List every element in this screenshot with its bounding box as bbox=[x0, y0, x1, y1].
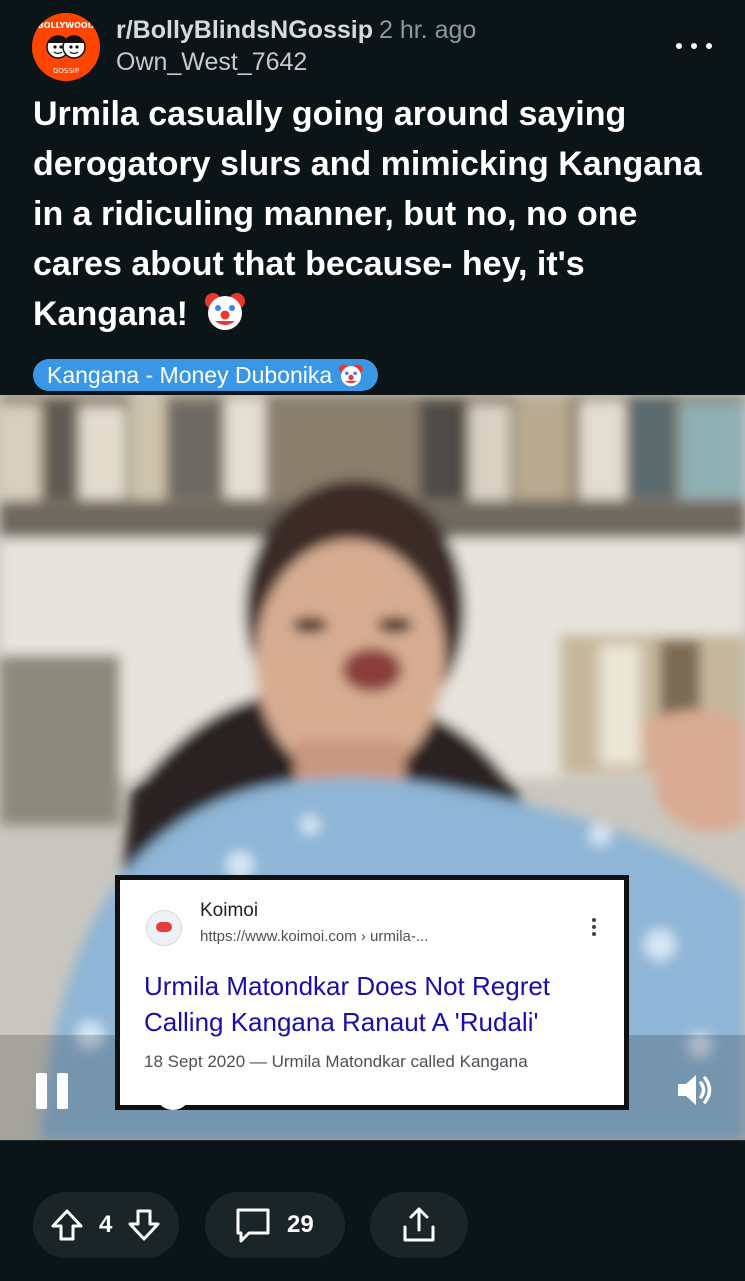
avatar-logo-text-bottom: GOSSIP bbox=[53, 67, 79, 75]
volume-icon[interactable] bbox=[674, 1069, 716, 1111]
post-actions-bar: 4 29 bbox=[0, 1140, 745, 1281]
duration: 0:26 bbox=[401, 1076, 456, 1106]
pause-bar bbox=[57, 1073, 68, 1109]
video-timecode: 0:08 / 0:26 bbox=[325, 1073, 456, 1109]
site-favicon-icon bbox=[146, 910, 182, 946]
post-title[interactable]: Urmila casually going around saying dero… bbox=[33, 89, 723, 339]
pause-icon[interactable] bbox=[34, 1073, 70, 1109]
comments-button[interactable]: 29 bbox=[205, 1192, 345, 1258]
more-options-icon bbox=[592, 918, 596, 936]
more-dot bbox=[592, 918, 596, 922]
post-author[interactable]: Own_West_7642 bbox=[116, 46, 307, 78]
subreddit-name[interactable]: r/BollyBlindsNGossip bbox=[116, 16, 373, 44]
current-time: 0:08 bbox=[325, 1076, 380, 1106]
seek-handle[interactable] bbox=[155, 1074, 191, 1110]
more-dot bbox=[706, 43, 712, 49]
flair-label: Kangana - Money Dubonika bbox=[47, 362, 333, 388]
comment-count: 29 bbox=[287, 1211, 314, 1238]
result-site-name: Koimoi bbox=[200, 900, 259, 921]
post-flair[interactable]: Kangana - Money Dubonika bbox=[33, 359, 379, 391]
share-icon bbox=[403, 1207, 435, 1242]
comment-bubble-icon bbox=[236, 1208, 270, 1243]
bollywood-gossip-logo: BOLLYWOOD GOSSIP bbox=[32, 13, 100, 81]
more-options-icon[interactable] bbox=[672, 26, 716, 66]
upvote-arrow-icon[interactable] bbox=[49, 1207, 85, 1243]
more-dot bbox=[691, 43, 697, 49]
result-headline: Urmila Matondkar Does Not Regret Calling… bbox=[144, 968, 614, 1040]
video-player[interactable]: Koimoi https://www.koimoi.com › urmila-.… bbox=[0, 395, 745, 1140]
result-headline-line: Calling Kangana Ranaut A 'Rudali' bbox=[144, 1007, 539, 1037]
post-header: BOLLYWOOD GOSSIP r/BollyBlindsNGossip 2 h… bbox=[0, 0, 745, 90]
video-controls: 0:08 / 0:26 CC bbox=[0, 1055, 745, 1140]
post-time: 2 hr. ago bbox=[378, 16, 477, 44]
downvote-arrow-icon[interactable] bbox=[126, 1207, 162, 1243]
share-button[interactable] bbox=[370, 1192, 468, 1258]
vote-control: 4 bbox=[33, 1192, 179, 1258]
subreddit-avatar[interactable]: BOLLYWOOD GOSSIP bbox=[32, 13, 100, 81]
closed-captions-icon[interactable]: CC bbox=[500, 1076, 536, 1104]
pause-bar bbox=[36, 1073, 47, 1109]
fullscreen-icon[interactable] bbox=[588, 1071, 624, 1107]
clown-emoji-icon bbox=[205, 293, 246, 330]
vote-count: 4 bbox=[99, 1211, 113, 1238]
result-headline-line: Urmila Matondkar Does Not Regret bbox=[144, 971, 551, 1001]
more-dot bbox=[676, 43, 682, 49]
avatar-logo-text-top: BOLLYWOOD bbox=[38, 21, 95, 30]
clown-emoji-icon bbox=[339, 364, 363, 387]
time-separator: / bbox=[379, 1076, 402, 1106]
post-title-text: Urmila casually going around saying dero… bbox=[33, 95, 702, 333]
more-dot bbox=[592, 932, 596, 936]
post-meta: r/BollyBlindsNGossip 2 hr. ago bbox=[116, 14, 476, 46]
result-url: https://www.koimoi.com › urmila-... bbox=[200, 928, 429, 945]
more-dot bbox=[592, 925, 596, 929]
